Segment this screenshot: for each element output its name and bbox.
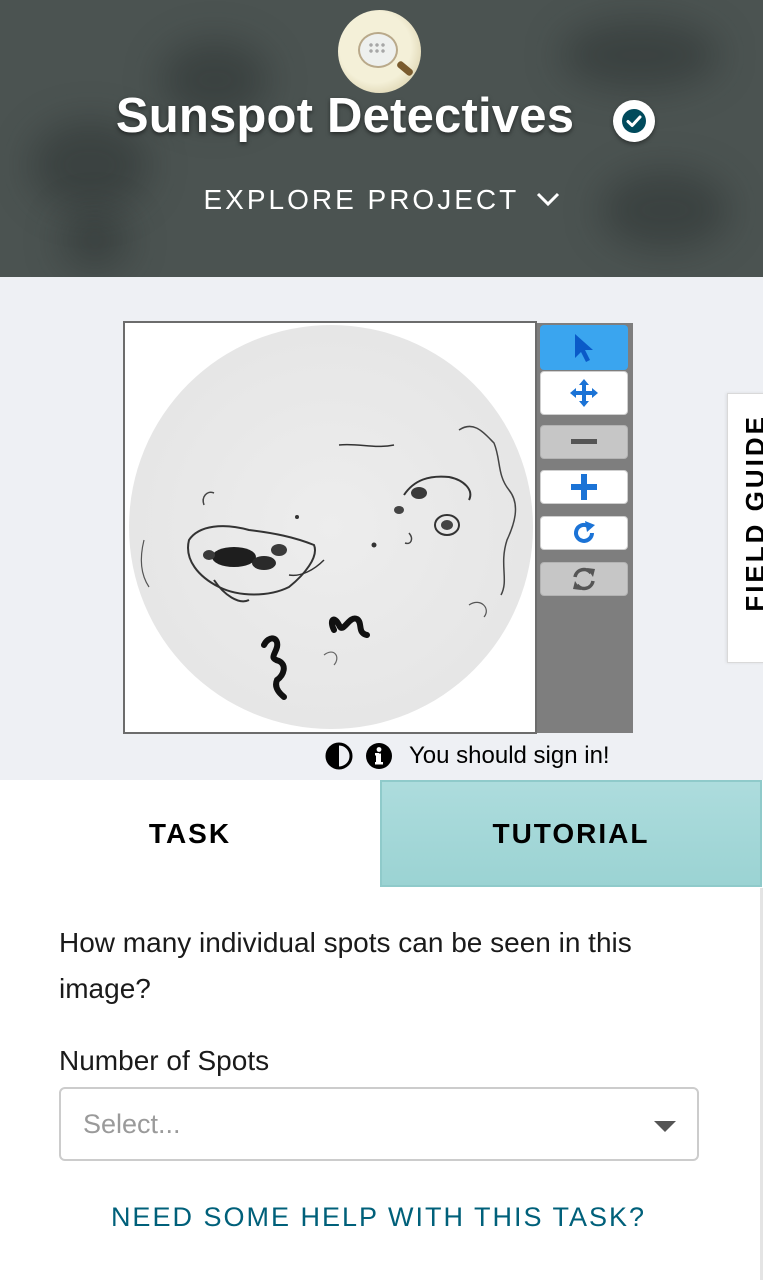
move-icon (570, 379, 598, 407)
task-help-link[interactable]: NEED SOME HELP WITH THIS TASK? (0, 1202, 757, 1233)
project-avatar[interactable] (338, 10, 421, 93)
zoom-in-icon (571, 474, 597, 500)
tab-task[interactable]: TASK (0, 780, 380, 887)
number-of-spots-select[interactable]: Select... (59, 1087, 699, 1161)
explore-project-label: EXPLORE PROJECT (203, 184, 519, 215)
rotate-button[interactable] (540, 516, 628, 550)
verified-check-icon (613, 100, 655, 142)
reset-icon (573, 567, 595, 591)
zoom-out-icon (571, 439, 597, 444)
info-icon[interactable] (365, 742, 393, 770)
field-guide-tab[interactable]: FIELD GUIDE (727, 393, 763, 663)
pointer-tool-button[interactable] (540, 325, 628, 370)
task-tabs: TASK TUTORIAL (0, 780, 763, 888)
project-header: Sunspot Detectives EXPLORE PROJECT (0, 0, 763, 277)
tab-tutorial[interactable]: TUTORIAL (380, 780, 762, 887)
select-placeholder: Select... (83, 1109, 181, 1139)
move-tool-button[interactable] (540, 371, 628, 415)
reset-button[interactable] (540, 562, 628, 596)
sun-disk-drawing (140, 425, 517, 700)
sunspot-drawing-image[interactable] (129, 325, 533, 729)
contrast-icon[interactable] (325, 742, 353, 770)
sign-in-notice: You should sign in! (409, 742, 610, 769)
field-guide-label: FIELD GUIDE (740, 414, 763, 612)
viewer-meta-row: You should sign in! (325, 740, 610, 772)
pointer-icon (575, 333, 593, 362)
number-of-spots-label: Number of Spots (59, 1045, 270, 1076)
zoom-in-button[interactable] (540, 470, 628, 504)
zoom-out-button[interactable] (540, 425, 628, 459)
chevron-down-icon (536, 192, 559, 206)
caret-down-icon (654, 1121, 676, 1132)
task-question: How many individual spots can be seen in… (59, 927, 632, 1004)
rotate-icon (574, 521, 595, 543)
explore-project-menu[interactable]: EXPLORE PROJECT (0, 184, 763, 216)
subject-image-frame[interactable] (123, 321, 537, 734)
image-toolbar (537, 323, 633, 733)
project-title: Sunspot Detectives (115, 89, 575, 143)
